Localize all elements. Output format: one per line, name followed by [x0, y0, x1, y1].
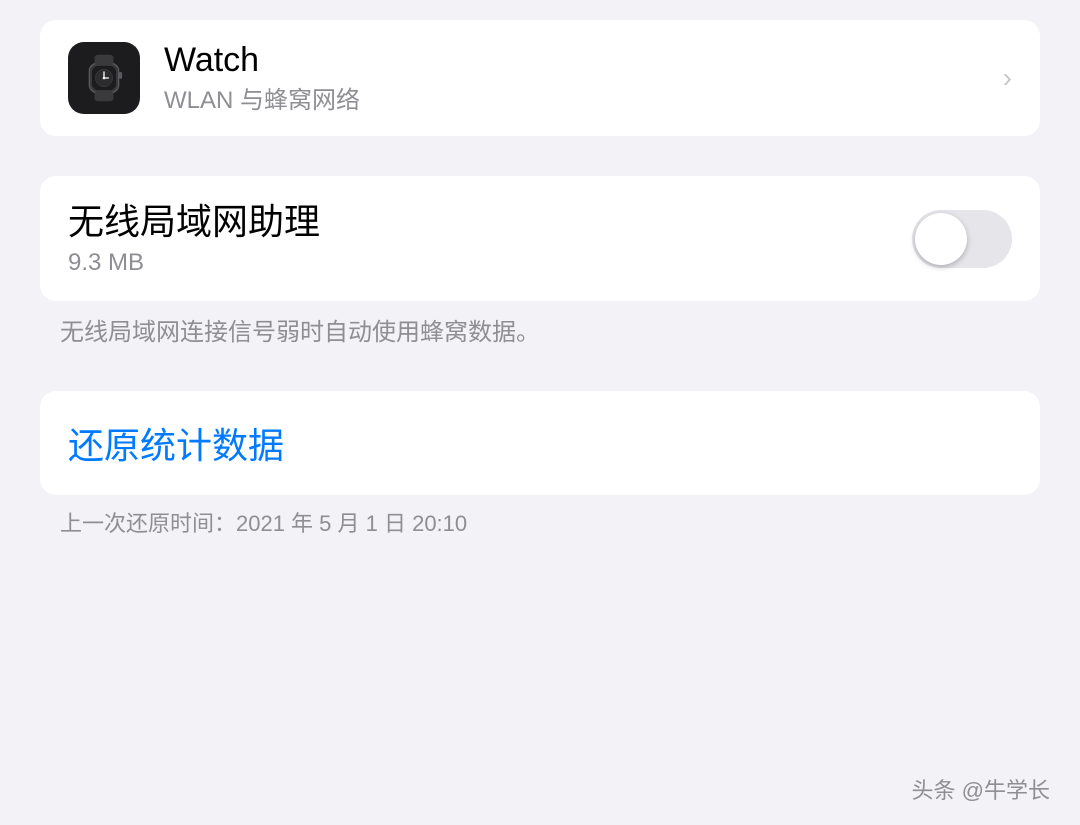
spacer-1	[40, 136, 1040, 176]
watch-app-icon	[68, 42, 140, 114]
watch-app-row[interactable]: Watch WLAN 与蜂窝网络 ›	[40, 20, 1040, 136]
wlan-assistant-card: 无线局域网助理 9.3 MB	[40, 176, 1040, 301]
last-reset-text: 上一次还原时间：2021 年 5 月 1 日 20:10	[40, 495, 1040, 540]
chevron-right-icon: ›	[1003, 62, 1012, 94]
watch-svg-icon	[79, 53, 129, 103]
wlan-description: 无线局域网连接信号弱时自动使用蜂窝数据。	[40, 301, 1040, 351]
wlan-assistant-title: 无线局域网助理	[68, 200, 320, 243]
wlan-assistant-size: 9.3 MB	[68, 249, 320, 277]
spacer-2	[40, 351, 1040, 391]
watch-app-subtitle: WLAN 与蜂窝网络	[164, 85, 360, 116]
watch-text-group: Watch WLAN 与蜂窝网络	[164, 40, 360, 116]
watch-app-title: Watch	[164, 40, 360, 81]
reset-statistics-link[interactable]: 还原统计数据	[68, 425, 284, 466]
watch-app-card[interactable]: Watch WLAN 与蜂窝网络 ›	[40, 20, 1040, 136]
wlan-assistant-toggle[interactable]	[912, 210, 1012, 268]
toggle-knob	[915, 213, 967, 265]
wlan-text-group: 无线局域网助理 9.3 MB	[68, 200, 320, 277]
watch-app-left: Watch WLAN 与蜂窝网络	[68, 40, 360, 116]
reset-statistics-card[interactable]: 还原统计数据	[40, 391, 1040, 495]
page-container: Watch WLAN 与蜂窝网络 › 无线局域网助理 9.3 MB 无线局域网连…	[0, 0, 1080, 825]
watermark: 头条 @牛学长	[912, 773, 1050, 805]
